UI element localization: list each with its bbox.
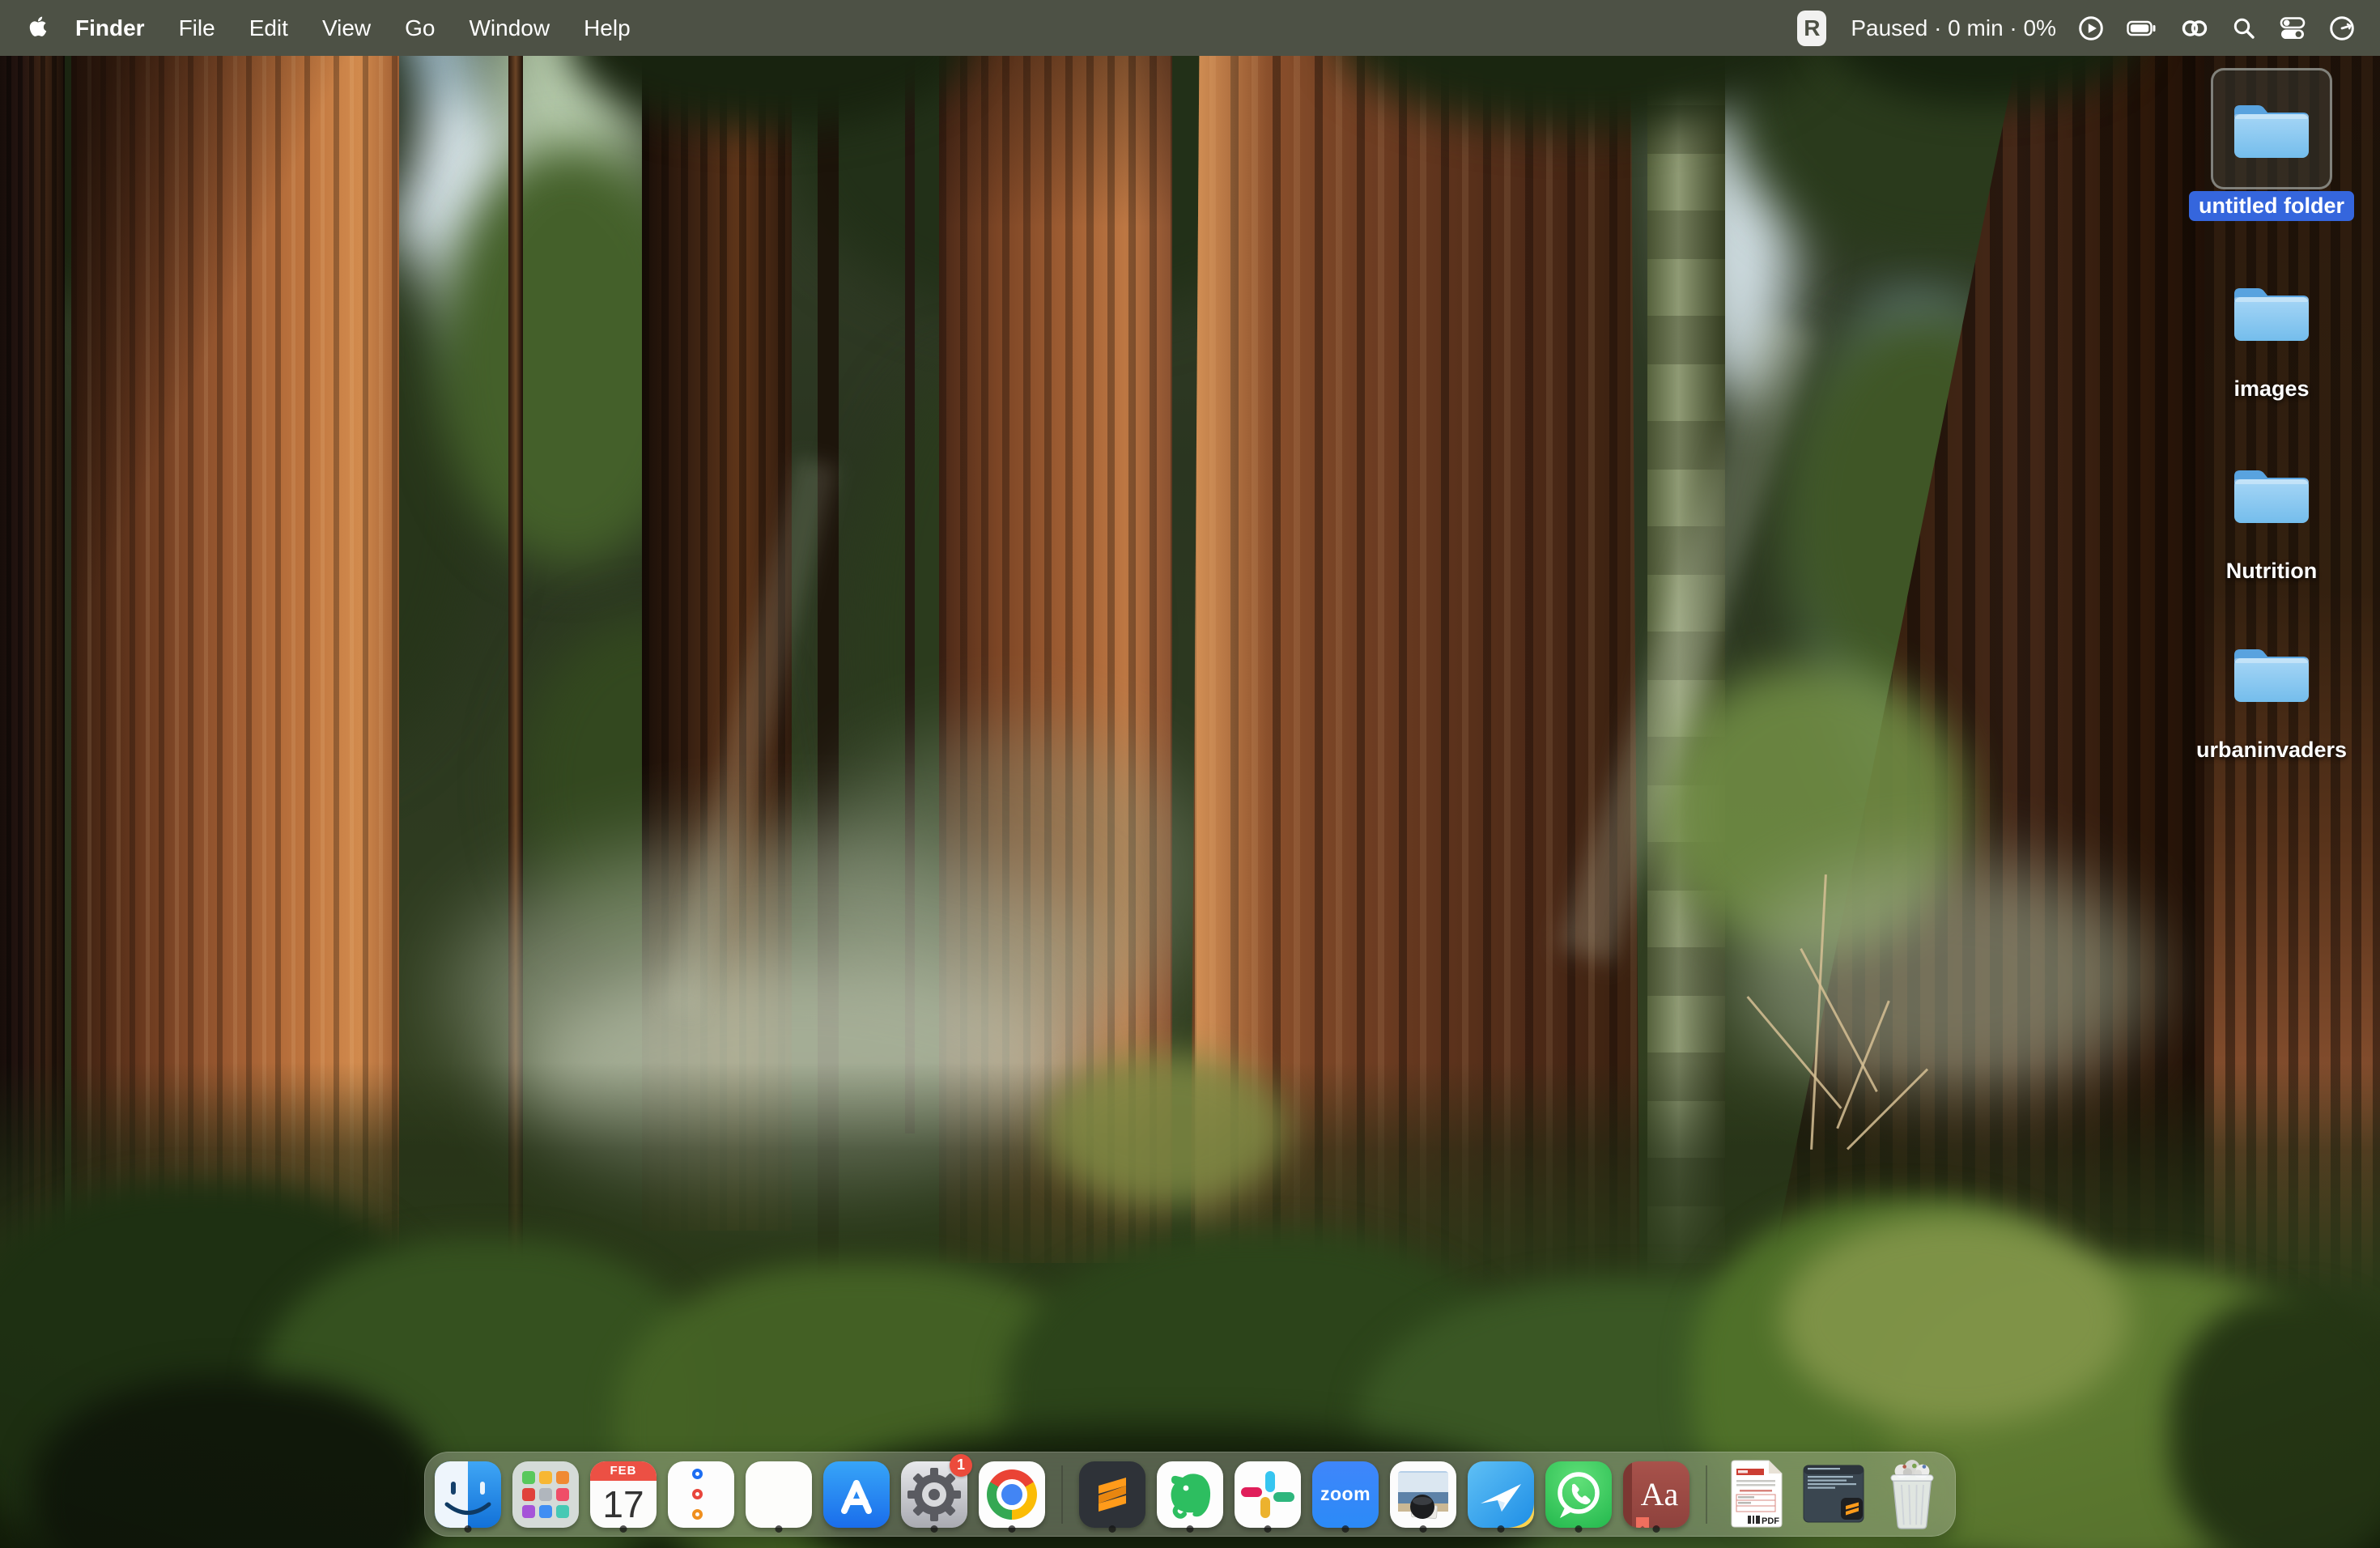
recorder-status-text[interactable]: Paused · 0 min · 0% <box>1851 15 2056 41</box>
sublime-window-thumbnail <box>1801 1461 1868 1528</box>
running-indicator <box>1009 1525 1016 1533</box>
folder-selection-box <box>2211 251 2332 372</box>
running-indicator <box>1342 1525 1349 1533</box>
dock-item-calendar[interactable]: FEB 17 <box>590 1456 657 1533</box>
zoom-wordmark: zoom <box>1320 1483 1371 1505</box>
dock-item-dictionary[interactable]: Aa <box>1623 1456 1689 1533</box>
search-icon[interactable] <box>2231 15 2257 41</box>
link-icon[interactable] <box>2179 16 2210 40</box>
menu-edit[interactable]: Edit <box>232 15 305 41</box>
whatsapp-icon <box>1545 1461 1612 1528</box>
evernote-icon <box>1157 1461 1223 1528</box>
running-indicator <box>1575 1525 1583 1533</box>
trash-full-icon <box>1879 1461 1945 1528</box>
running-indicator <box>776 1525 783 1533</box>
dock-item-app-store[interactable] <box>823 1456 890 1533</box>
dock-item-reminders[interactable] <box>668 1456 734 1533</box>
menu-bar: Finder File Edit View Go Window Help R P… <box>0 0 2380 56</box>
wallpaper <box>0 0 2380 1548</box>
notes-icon <box>746 1461 812 1528</box>
folder-label[interactable]: images <box>2224 374 2318 404</box>
clock-icon[interactable] <box>2328 15 2356 42</box>
chrome-icon <box>979 1461 1045 1528</box>
running-indicator <box>1498 1525 1505 1533</box>
dock-item-chrome[interactable] <box>979 1456 1045 1533</box>
folder-selection-box <box>2211 68 2332 189</box>
folder-label[interactable]: Nutrition <box>2216 556 2327 586</box>
dock: FEB 17 <box>424 1452 1956 1537</box>
desktop-screen: Finder File Edit View Go Window Help R P… <box>0 0 2380 1548</box>
dock-item-launchpad[interactable] <box>512 1456 579 1533</box>
folder-icon <box>2229 95 2314 163</box>
dock-item-finder[interactable] <box>435 1456 501 1533</box>
zoom-icon: zoom <box>1312 1461 1379 1528</box>
dock-separator <box>1706 1465 1707 1524</box>
running-indicator <box>1264 1525 1272 1533</box>
desktop-folder-images[interactable]: images <box>2178 251 2365 404</box>
dock-item-spark[interactable] <box>1468 1456 1534 1533</box>
calendar-day: 17 <box>590 1481 657 1528</box>
dock-item-sublime-window[interactable] <box>1801 1456 1868 1533</box>
dock-separator <box>1061 1465 1063 1524</box>
apple-menu-icon[interactable] <box>28 16 49 40</box>
menu-view[interactable]: View <box>305 15 388 41</box>
menu-help[interactable]: Help <box>567 15 648 41</box>
running-indicator <box>931 1525 938 1533</box>
menu-go[interactable]: Go <box>388 15 452 41</box>
reminders-icon <box>668 1461 734 1528</box>
menu-file[interactable]: File <box>162 15 232 41</box>
folder-label[interactable]: untitled folder <box>2189 191 2354 221</box>
dock-item-system-settings[interactable]: 1 <box>901 1456 967 1533</box>
dock-item-notes[interactable] <box>746 1456 812 1533</box>
dock-item-preview[interactable] <box>1390 1456 1456 1533</box>
launchpad-icon <box>512 1461 579 1528</box>
dock-item-slack[interactable] <box>1235 1456 1301 1533</box>
settings-notification-badge: 1 <box>950 1454 972 1477</box>
running-indicator <box>1187 1525 1194 1533</box>
battery-icon[interactable] <box>2126 17 2158 40</box>
running-indicator <box>1653 1525 1660 1533</box>
running-indicator <box>1109 1525 1116 1533</box>
dock-item-whatsapp[interactable] <box>1545 1456 1612 1533</box>
dock-item-sublime-text[interactable] <box>1079 1456 1145 1533</box>
dock-item-zoom[interactable]: zoom <box>1312 1456 1379 1533</box>
play-circle-icon[interactable] <box>2077 15 2105 42</box>
running-indicator <box>1420 1525 1427 1533</box>
dock-item-pdf-document[interactable]: PDF <box>1723 1456 1790 1533</box>
dictionary-bookmark <box>1636 1517 1649 1528</box>
calendar-icon: FEB 17 <box>590 1461 657 1528</box>
spark-icon <box>1468 1461 1534 1528</box>
calendar-month: FEB <box>590 1461 657 1481</box>
dictionary-icon: Aa <box>1623 1461 1689 1528</box>
desktop-folder-urbaninvaders[interactable]: urbaninvaders <box>2178 612 2365 765</box>
preview-icon <box>1390 1461 1456 1528</box>
sublime-text-icon <box>1079 1461 1145 1528</box>
running-indicator <box>620 1525 627 1533</box>
menu-window[interactable]: Window <box>452 15 567 41</box>
running-indicator <box>465 1525 472 1533</box>
recorder-badge[interactable]: R <box>1797 11 1826 46</box>
folder-selection-box <box>2211 433 2332 555</box>
folder-icon <box>2229 639 2314 707</box>
pdf-stamp-text: PDF <box>1762 1516 1779 1526</box>
control-center-icon[interactable] <box>2278 15 2307 42</box>
app-store-icon <box>823 1461 890 1528</box>
desktop-folder-untitled-folder[interactable]: untitled folder <box>2178 68 2365 221</box>
folder-icon <box>2229 460 2314 528</box>
slack-icon <box>1235 1461 1301 1528</box>
menu-finder[interactable]: Finder <box>58 15 162 41</box>
pdf-document-icon: PDF <box>1723 1461 1790 1528</box>
folder-selection-box <box>2211 612 2332 734</box>
dock-item-trash[interactable] <box>1879 1456 1945 1533</box>
dock-item-evernote[interactable] <box>1157 1456 1223 1533</box>
finder-icon <box>435 1461 501 1528</box>
folder-label[interactable]: urbaninvaders <box>2187 735 2357 765</box>
folder-icon <box>2229 278 2314 346</box>
dictionary-aa-label: Aa <box>1641 1475 1679 1513</box>
desktop-folder-nutrition[interactable]: Nutrition <box>2178 433 2365 586</box>
